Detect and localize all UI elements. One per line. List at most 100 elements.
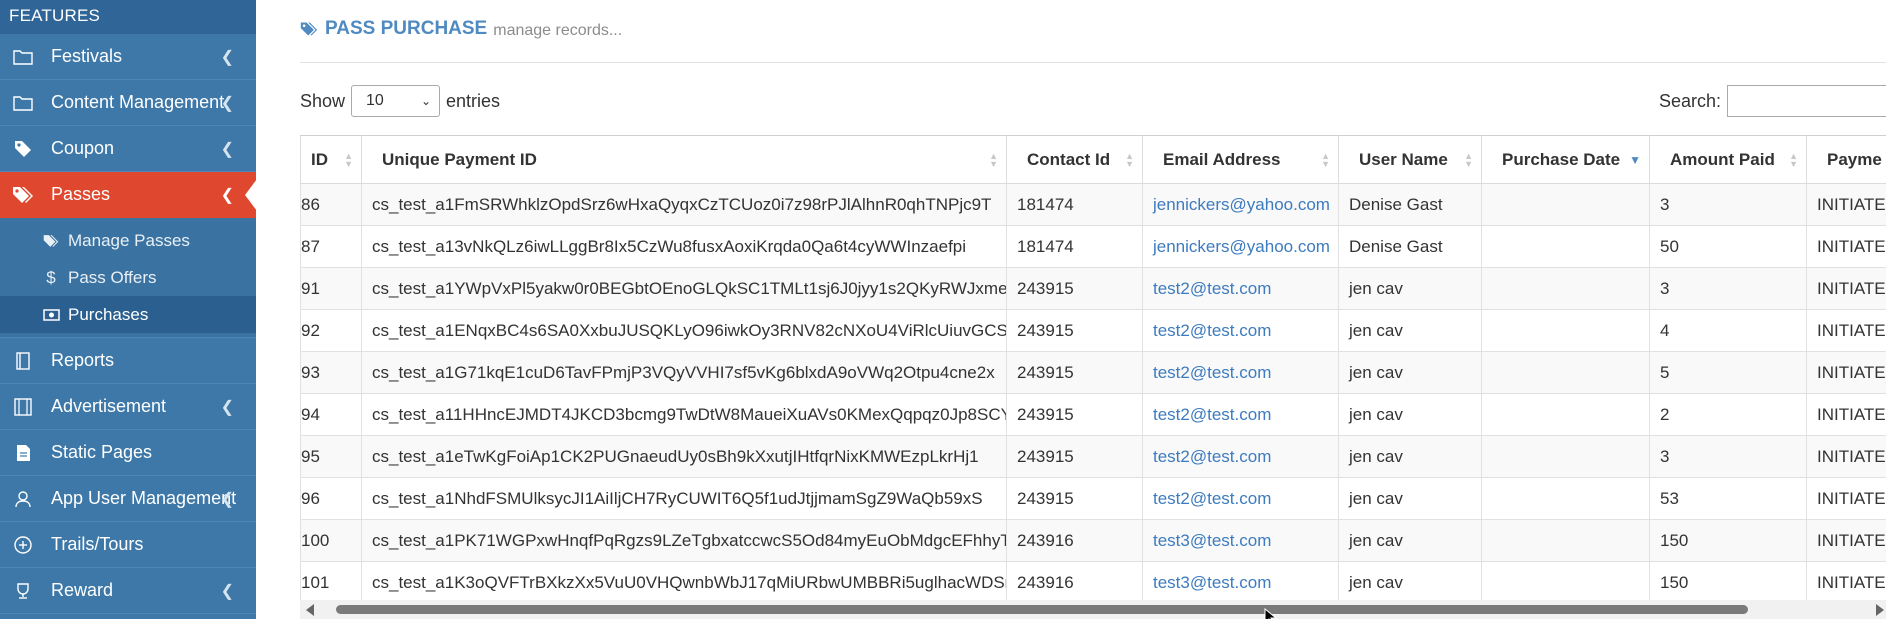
cell-amount-paid: 4 bbox=[1649, 309, 1807, 352]
sidebar-item-label: Advertisement bbox=[51, 396, 167, 416]
cell-user-name: jen cav bbox=[1338, 477, 1482, 520]
sidebar-item-reward[interactable]: Reward ❮ bbox=[0, 568, 256, 614]
sort-icon: ▲ ▼ bbox=[989, 150, 998, 169]
table-row[interactable]: 94 cs_test_a11HHncEJMDT4JKCD3bcmg9TwDtW8M… bbox=[300, 393, 1886, 436]
cell-payment-id: cs_test_a11HHncEJMDT4JKCD3bcmg9TwDtW8Mau… bbox=[361, 393, 1007, 436]
cell-contact-id: 243916 bbox=[1006, 561, 1143, 604]
sidebar-item-festivals[interactable]: Festivals ❮ bbox=[0, 34, 256, 80]
cell-email[interactable]: jennickers@yahoo.com bbox=[1142, 225, 1339, 268]
cell-user-name: jen cav bbox=[1338, 309, 1482, 352]
cell-amount-paid: 3 bbox=[1649, 267, 1807, 310]
table-row[interactable]: 91 cs_test_a1YWpVxPl5yakw0r0BEGbtOEnoGLQk… bbox=[300, 267, 1886, 310]
cell-payment-status: INITIATE bbox=[1806, 435, 1886, 478]
chevron-left-icon: ❮ bbox=[220, 48, 234, 66]
folder-icon bbox=[12, 95, 34, 111]
cell-payment-status: INITIATE bbox=[1806, 351, 1886, 394]
main-content: PASS PURCHASE manage records... Show 10 … bbox=[256, 0, 1886, 619]
search-input[interactable] bbox=[1727, 85, 1886, 117]
cell-email[interactable]: test2@test.com bbox=[1142, 351, 1339, 394]
cell-contact-id: 181474 bbox=[1006, 183, 1143, 226]
scrollbar-thumb[interactable] bbox=[336, 605, 1748, 614]
sidebar-item-label: Content Management bbox=[51, 92, 225, 112]
table-row[interactable]: 96 cs_test_a1NhdFSMUlksycJI1AiIljCH7RyCUW… bbox=[300, 477, 1886, 520]
column-header-amount-paid[interactable]: Amount Paid ▲ ▼ bbox=[1649, 135, 1807, 184]
cell-email[interactable]: jennickers@yahoo.com bbox=[1142, 183, 1339, 226]
cell-amount-paid: 5 bbox=[1649, 351, 1807, 394]
cell-contact-id: 243915 bbox=[1006, 435, 1143, 478]
dollar-icon: $ bbox=[46, 267, 56, 287]
chevron-left-icon: ❮ bbox=[220, 490, 234, 508]
horizontal-scrollbar[interactable] bbox=[300, 600, 1886, 619]
search-label: Search: bbox=[1658, 90, 1721, 111]
cell-id: 96 bbox=[300, 477, 362, 520]
table-row[interactable]: 87 cs_test_a13vNkQLz6iwLLggBr8Ix5CzWu8fus… bbox=[300, 225, 1886, 268]
sidebar-item-advertisement[interactable]: Advertisement ❮ bbox=[0, 384, 256, 430]
cell-email[interactable]: test2@test.com bbox=[1142, 267, 1339, 310]
chevron-left-icon: ❮ bbox=[220, 398, 234, 416]
submenu-item-pass-offers[interactable]: $ Pass Offers bbox=[0, 259, 256, 296]
cell-email[interactable]: test2@test.com bbox=[1142, 435, 1339, 478]
cell-email[interactable]: test2@test.com bbox=[1142, 477, 1339, 520]
cell-amount-paid: 3 bbox=[1649, 183, 1807, 226]
entries-control: Show 10 ⌄ entries bbox=[300, 85, 500, 117]
cell-purchase-date bbox=[1481, 519, 1650, 562]
submenu-item-label: Manage Passes bbox=[68, 230, 190, 250]
column-header-id[interactable]: ID ▲ ▼ bbox=[300, 135, 362, 184]
sidebar-item-trails-tours[interactable]: Trails/Tours bbox=[0, 522, 256, 568]
cell-id: 93 bbox=[300, 351, 362, 394]
submenu-item-manage-passes[interactable]: Manage Passes bbox=[0, 222, 256, 259]
table-body: 86 cs_test_a1FmSRWhklzOpdSrz6wHxaQyqxCzTC… bbox=[300, 183, 1886, 604]
cell-payment-id: cs_test_a1NhdFSMUlksycJI1AiIljCH7RyCUWIT… bbox=[361, 477, 1007, 520]
table-row[interactable]: 100 cs_test_a1PK71WGPxwHnqfPqRgzs9LZeTgbx… bbox=[300, 519, 1886, 562]
column-header-label: Amount Paid bbox=[1670, 149, 1775, 169]
sidebar-item-content-management[interactable]: Content Management ❮ bbox=[0, 80, 256, 126]
mouse-cursor-icon bbox=[1264, 607, 1278, 619]
cell-amount-paid: 2 bbox=[1649, 393, 1807, 436]
cell-amount-paid: 3 bbox=[1649, 435, 1807, 478]
sidebar-item-static-pages[interactable]: Static Pages bbox=[0, 430, 256, 476]
table-controls: Show 10 ⌄ entries Search: bbox=[300, 83, 1886, 119]
cell-email[interactable]: test2@test.com bbox=[1142, 393, 1339, 436]
cell-purchase-date bbox=[1481, 309, 1650, 352]
cell-purchase-date bbox=[1481, 225, 1650, 268]
table-row[interactable]: 92 cs_test_a1ENqxBC4s6SA0XxbuJUSQKLyO96iw… bbox=[300, 309, 1886, 352]
sidebar-item-passes[interactable]: Passes ❮ bbox=[0, 172, 256, 218]
entries-label: entries bbox=[446, 90, 501, 111]
column-header-payment-status[interactable]: Payme bbox=[1806, 135, 1886, 184]
column-header-label: Unique Payment ID bbox=[382, 149, 537, 169]
column-header-purchase-date[interactable]: Purchase Date ▼ bbox=[1481, 135, 1650, 184]
table-row[interactable]: 95 cs_test_a1eTwKgFoiAp1CK2PUGnaeudUy0sBh… bbox=[300, 435, 1886, 478]
scroll-right-arrow-icon[interactable] bbox=[1876, 604, 1884, 616]
table-row[interactable]: 93 cs_test_a1G71kqE1cuD6TavFPmjP3VQyVVHI7… bbox=[300, 351, 1886, 394]
tags-icon bbox=[42, 234, 60, 248]
cell-email[interactable]: test3@test.com bbox=[1142, 519, 1339, 562]
column-header-unique-payment-id[interactable]: Unique Payment ID ▲ ▼ bbox=[361, 135, 1007, 184]
search-control: Search: bbox=[1659, 85, 1886, 117]
table-scroll-container[interactable]: ID ▲ ▼ Unique Payment ID ▲ ▼ Contact Id ▲ ▼ Em… bbox=[300, 135, 1886, 619]
column-header-user-name[interactable]: User Name ▲ ▼ bbox=[1338, 135, 1482, 184]
cell-contact-id: 243915 bbox=[1006, 351, 1143, 394]
sidebar-item-label: Trails/Tours bbox=[51, 534, 144, 554]
cell-email[interactable]: test3@test.com bbox=[1142, 561, 1339, 604]
entries-select-value: 10 bbox=[366, 92, 384, 109]
cell-payment-id: cs_test_a1PK71WGPxwHnqfPqRgzs9LZeTgbxatc… bbox=[361, 519, 1007, 562]
passes-submenu: Manage Passes $ Pass Offers Purchases bbox=[0, 218, 256, 338]
cell-user-name: Denise Gast bbox=[1338, 225, 1482, 268]
table-row[interactable]: 101 cs_test_a1K3oQVFTrBXkzXx5VuU0VHQwnbWb… bbox=[300, 561, 1886, 604]
cell-payment-status: INITIATE bbox=[1806, 477, 1886, 520]
sidebar-item-coupon[interactable]: Coupon ❮ bbox=[0, 126, 256, 172]
entries-select[interactable]: 10 ⌄ bbox=[351, 85, 441, 117]
scroll-left-arrow-icon[interactable] bbox=[306, 604, 314, 616]
sidebar-item-reports[interactable]: Reports bbox=[0, 338, 256, 384]
cell-id: 87 bbox=[300, 225, 362, 268]
column-header-email-address[interactable]: Email Address ▲ ▼ bbox=[1142, 135, 1339, 184]
cell-user-name: jen cav bbox=[1338, 519, 1482, 562]
cell-purchase-date bbox=[1481, 183, 1650, 226]
column-header-contact-id[interactable]: Contact Id ▲ ▼ bbox=[1006, 135, 1143, 184]
trophy-icon bbox=[12, 582, 34, 600]
table-header-row: ID ▲ ▼ Unique Payment ID ▲ ▼ Contact Id ▲ ▼ Em… bbox=[300, 135, 1886, 184]
table-row[interactable]: 86 cs_test_a1FmSRWhklzOpdSrz6wHxaQyqxCzTC… bbox=[300, 183, 1886, 226]
sidebar-item-app-user-management[interactable]: App User Management ❮ bbox=[0, 476, 256, 522]
cell-email[interactable]: test2@test.com bbox=[1142, 309, 1339, 352]
submenu-item-purchases[interactable]: Purchases bbox=[0, 296, 256, 333]
